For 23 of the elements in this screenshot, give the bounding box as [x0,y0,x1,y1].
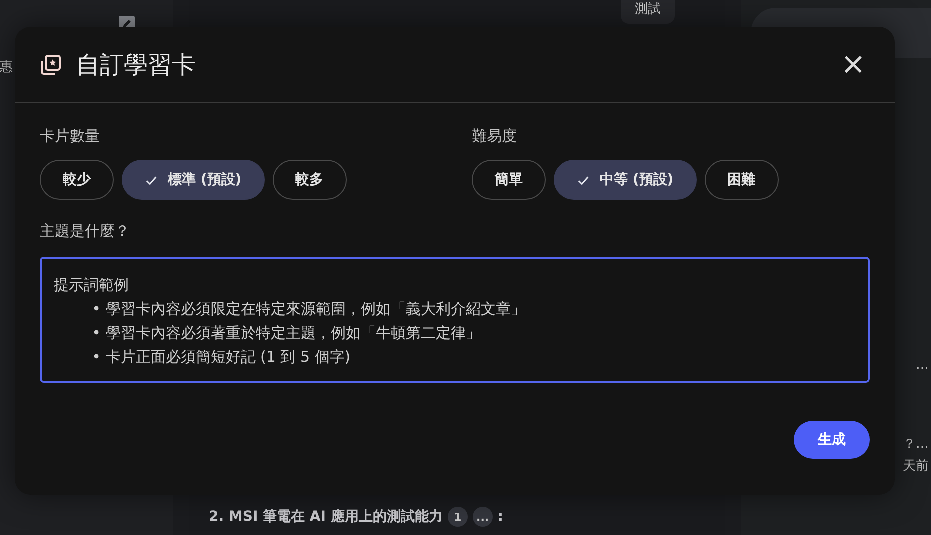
list-item-text: 2. MSI 筆電在 AI 應用上的測試能力 [209,508,443,526]
option-chip[interactable]: 中等 (預設) [554,160,697,200]
topic-field[interactable]: 提示詞範例 • 學習卡內容必須限定在特定來源範圍，例如「義大利介紹文章」 • 學習卡內容必須著重於特定主題，例如「牛頓第二定律」 • 卡片正面必須簡短好記 (1 到 5 個字) [40,257,870,383]
history-text: ？… [903,436,929,453]
sidebar-text: 惠 [0,59,13,76]
group-label: 卡片數量 [40,127,100,146]
option-chip[interactable]: 困難 [704,160,779,200]
history-text: … [916,358,929,373]
topic-label: 主題是什麼？ [40,222,130,241]
citation-badge[interactable]: ... [472,507,493,527]
close-button[interactable]: × [836,50,870,80]
tag-chip[interactable]: 測試 [621,0,675,24]
group-label: 難易度 [472,127,517,146]
dialog-title: 自訂學習卡 [76,50,196,80]
option-chip[interactable]: 較少 [40,160,114,200]
generate-button[interactable]: 生成 [794,421,870,459]
history-text: 天前 [903,458,929,475]
list-item-suffix: : [498,509,504,525]
option-chip[interactable]: 較多 [272,160,347,200]
cards-icon [40,54,62,76]
citation-badge[interactable]: 1 [448,507,468,527]
option-chip[interactable]: 簡單 [472,160,546,200]
option-chip[interactable]: 標準 (預設) [122,160,265,200]
